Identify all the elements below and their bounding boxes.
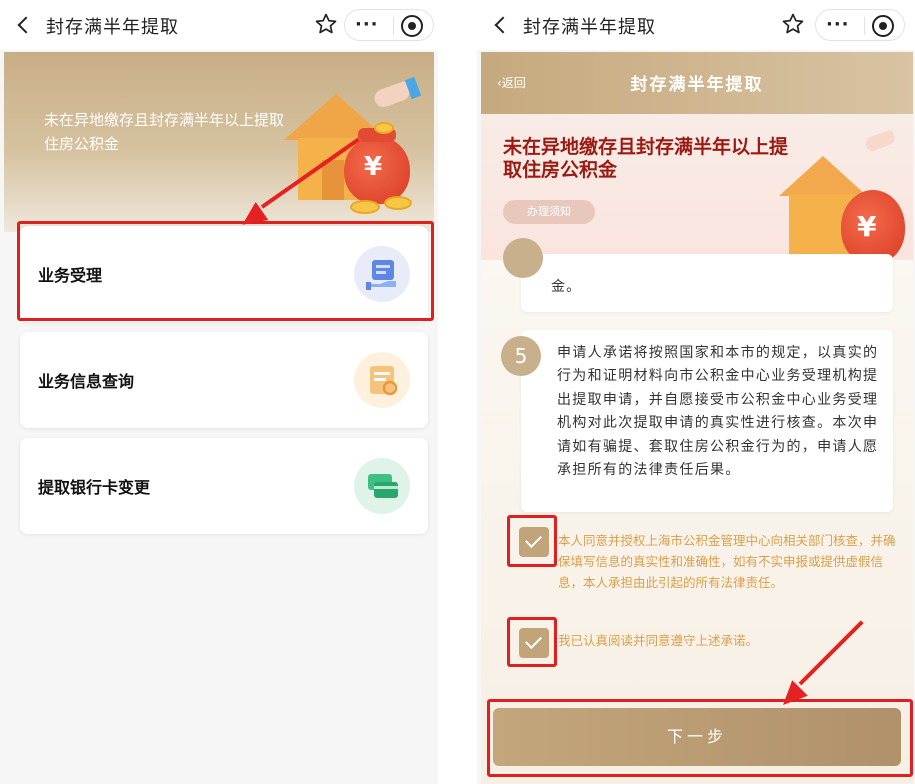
item-number-badge [503, 238, 543, 278]
page-title: 封存满半年提取 [523, 17, 656, 38]
left-screen: 封存满半年提取 ··· 未在异地缴存且封存满半年以上提取住房公积金 ¥ 业务受理 [0, 0, 438, 784]
query-document-icon [354, 352, 410, 408]
title-bar: 封存满半年提取 ··· [0, 0, 438, 50]
commitment-item: 5 申请人承诺将按照国家和本市的规定，以真实的行为和证明材料向市公积金中心业务受… [501, 330, 893, 512]
house-moneybag-illustration: ¥ [753, 129, 913, 260]
mini-program-capsule: ··· [344, 9, 434, 41]
item-text: 申请人承诺将按照国家和本市的规定，以真实的行为和证明材料向市公积金中心业务受理机… [557, 345, 879, 479]
banner-text: 未在异地缴存且封存满半年以上提取住房公积金 [44, 111, 285, 153]
page-header: ‹返回 封存满半年提取 [481, 52, 913, 114]
title-bar: 封存满半年提取 ··· [477, 0, 915, 50]
agree-authorization-text: 本人同意并授权上海市公积金管理中心向相关部门核查，并确保填写信息的真实性和准确性… [558, 533, 896, 590]
mini-program-capsule: ··· [815, 9, 905, 41]
highlight-box-checkbox [507, 515, 557, 567]
capsule-divider [393, 17, 394, 35]
capsule-divider [864, 17, 865, 35]
close-target-icon[interactable] [401, 15, 423, 37]
menu-item-business-query[interactable]: 业务信息查询 [20, 332, 428, 428]
notice-button[interactable]: 办理须知 [503, 200, 595, 224]
bank-card-icon [354, 458, 410, 514]
star-icon[interactable] [781, 12, 805, 36]
more-dots-icon[interactable]: ··· [355, 16, 379, 34]
highlight-box-checkbox [507, 617, 557, 667]
close-target-icon[interactable] [872, 15, 894, 37]
menu-item-bank-card-change[interactable]: 提取银行卡变更 [20, 438, 428, 534]
highlight-box-next-button [487, 699, 913, 777]
house-moneybag-illustration: ¥ [274, 74, 434, 224]
back-chevron-icon[interactable] [14, 13, 34, 37]
commitment-item: 金。 [503, 238, 893, 312]
right-screen: 封存满半年提取 ··· ‹返回 封存满半年提取 未在异地缴存且封存满半年以上提取… [477, 0, 915, 784]
header-title: 封存满半年提取 [630, 75, 764, 95]
more-dots-icon[interactable]: ··· [826, 16, 850, 34]
back-chevron-icon[interactable] [491, 13, 511, 37]
menu-item-label: 提取银行卡变更 [38, 478, 151, 497]
item-number-badge: 5 [501, 336, 541, 376]
commitment-content: 金。 5 申请人承诺将按照国家和本市的规定，以真实的行为和证明材料向市公积金中心… [481, 238, 913, 784]
hero-banner: 未在异地缴存且封存满半年以上提取住房公积金 ¥ [4, 52, 434, 232]
highlight-box-business-acceptance [17, 221, 434, 321]
item-text: 金。 [551, 279, 582, 295]
menu-item-label: 业务信息查询 [38, 372, 135, 391]
hero-banner: 未在异地缴存且封存满半年以上提取住房公积金 办理须知 ¥ [481, 114, 913, 260]
star-icon[interactable] [314, 12, 338, 36]
page-title: 封存满半年提取 [46, 17, 179, 38]
